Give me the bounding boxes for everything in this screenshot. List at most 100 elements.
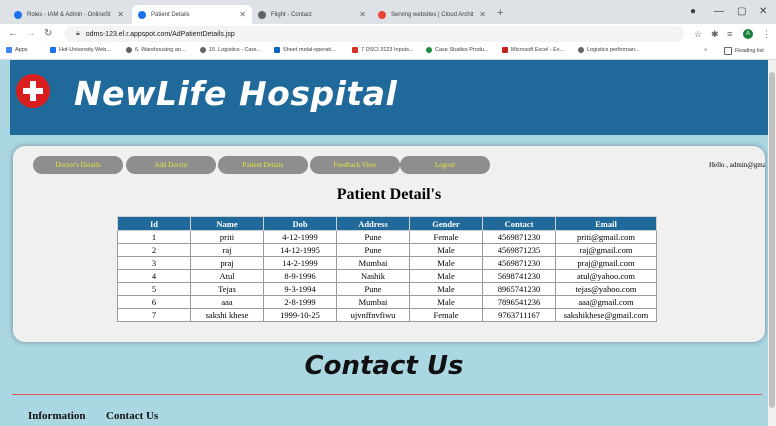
- cell-email: atul@yahoo.com: [555, 269, 657, 283]
- address-bar[interactable]: 🔒︎ odms-123.el.r.appspot.com/AdPatientDe…: [64, 26, 684, 42]
- bookmark-label: Logistics performan...: [587, 47, 640, 53]
- bookmark-label: Hof-University Web...: [59, 47, 111, 53]
- back-icon[interactable]: ←: [8, 28, 18, 39]
- cell-name: priti: [190, 230, 264, 244]
- cell-id: 5: [117, 282, 191, 296]
- bookmark-item[interactable]: 15. Logistics - Care...: [200, 47, 261, 53]
- patient-table: Id Name Dob Address Gender Contact Email…: [117, 216, 657, 322]
- cell-address: Pune: [336, 243, 410, 257]
- browser-tab[interactable]: Roles - IAM & Admin - OnlineSt ✕: [8, 5, 130, 24]
- tab-close-icon[interactable]: ✕: [359, 10, 366, 19]
- cell-id: 6: [117, 295, 191, 309]
- tab-close-icon[interactable]: ✕: [479, 10, 486, 19]
- new-tab-icon[interactable]: +: [497, 8, 503, 19]
- bookmark-item[interactable]: Case Studies Produ...: [426, 47, 489, 53]
- nav-logout[interactable]: Logout: [400, 156, 490, 174]
- bookmark-label: Sheet metal-operati...: [283, 47, 336, 53]
- bookmark-item[interactable]: Microsoft Excel - Ex...: [502, 47, 564, 53]
- reading-list-label: Reading list: [735, 48, 764, 54]
- cell-contact: 4569871230: [482, 230, 556, 244]
- browser-tab[interactable]: Serving websites | Cloud Archit ✕: [372, 5, 492, 24]
- bookmark-label: Case Studies Produ...: [435, 47, 489, 53]
- content-panel: Doctor's Details Add Doctor Patient Deta…: [13, 146, 765, 342]
- media-icon[interactable]: ≡: [727, 29, 732, 39]
- cell-address: Pune: [336, 230, 410, 244]
- maximize-icon[interactable]: ▢: [737, 6, 746, 17]
- table-row: 3 praj 14-2-1999 Mumbai Male 4569871230 …: [117, 256, 657, 270]
- star-icon[interactable]: ☆: [694, 29, 702, 40]
- reload-icon[interactable]: ↻: [44, 28, 52, 39]
- profile-avatar[interactable]: A: [743, 29, 753, 39]
- table-row: 4 Atul 8-9-1996 Nashik Male 5698741230 a…: [117, 269, 657, 283]
- bookmark-apps[interactable]: Apps: [6, 47, 28, 53]
- footer-link-contact-us[interactable]: Contact Us: [106, 410, 158, 422]
- contact-heading: Contact Us: [304, 351, 464, 381]
- cell-name: praj: [190, 256, 264, 270]
- cell-email: sakshikhese@gmail.com: [555, 308, 657, 322]
- column-header: Gender: [409, 216, 483, 231]
- browser-tab[interactable]: Flight - Contact ✕: [252, 5, 372, 24]
- nav-add-doctor[interactable]: Add Doctor: [126, 156, 216, 174]
- cell-name: sakshi khese: [190, 308, 264, 322]
- bookmark-item[interactable]: Hof-University Web...: [50, 47, 111, 53]
- cell-dob: 14-12-1995: [263, 243, 337, 257]
- bookmark-favicon-icon: [352, 47, 358, 53]
- browser-tab-bar: Roles - IAM & Admin - OnlineSt ✕ Patient…: [0, 0, 776, 24]
- bookmark-favicon-icon: [578, 47, 584, 53]
- cell-address: Pune: [336, 282, 410, 296]
- cell-gender: Male: [409, 269, 483, 283]
- cell-gender: Female: [409, 230, 483, 244]
- bookmark-item[interactable]: 7 DSCI 3123 Inputs...: [352, 47, 414, 53]
- cell-id: 7: [117, 308, 191, 322]
- nav-doctors-details[interactable]: Doctor's Details: [33, 156, 123, 174]
- tab-search-icon[interactable]: ●: [690, 6, 696, 17]
- minimize-icon[interactable]: —: [714, 6, 724, 17]
- bookmark-item[interactable]: 6. Warehousing an...: [126, 47, 186, 53]
- cell-contact: 4569871235: [482, 243, 556, 257]
- menu-icon[interactable]: ⋮: [762, 29, 771, 40]
- tab-favicon-icon: [258, 10, 266, 19]
- cell-id: 3: [117, 256, 191, 270]
- reading-list-icon: [724, 47, 732, 55]
- reading-list[interactable]: Reading list: [724, 47, 764, 55]
- table-row: 1 priti 4-12-1999 Pune Female 4569871230…: [117, 230, 657, 244]
- bookmark-overflow[interactable]: »: [704, 47, 707, 53]
- tab-close-icon[interactable]: ✕: [117, 10, 124, 19]
- table-row: 2 raj 14-12-1995 Pune Male 4569871235 ra…: [117, 243, 657, 257]
- cell-gender: Male: [409, 243, 483, 257]
- scrollbar-thumb[interactable]: [769, 72, 775, 408]
- footer-link-information[interactable]: Information: [28, 410, 85, 422]
- table-header-row: Id Name Dob Address Gender Contact Email: [117, 216, 657, 231]
- bookmark-item[interactable]: Logistics performan...: [578, 47, 640, 53]
- cell-name: Tejas: [190, 282, 264, 296]
- page-viewport: NewLife Hospital Doctor's Details Add Do…: [0, 60, 768, 426]
- tab-favicon-icon: [138, 10, 146, 19]
- bookmark-favicon-icon: [126, 47, 132, 53]
- forward-icon[interactable]: →: [26, 28, 36, 39]
- tab-title: Serving websites | Cloud Archit: [391, 11, 474, 18]
- cell-id: 2: [117, 243, 191, 257]
- bookmark-item[interactable]: Sheet metal-operati...: [274, 47, 336, 53]
- cell-address: Mumbai: [336, 256, 410, 270]
- cell-contact: 7896541236: [482, 295, 556, 309]
- column-header: Contact: [482, 216, 556, 231]
- bookmark-label: 7 DSCI 3123 Inputs...: [361, 47, 414, 53]
- bookmark-favicon-icon: [50, 47, 56, 53]
- cell-name: raj: [190, 243, 264, 257]
- nav-feedback-view[interactable]: Feedback View: [310, 156, 400, 174]
- site-brand: NewLife Hospital: [74, 74, 398, 113]
- cell-name: Atul: [190, 269, 264, 283]
- page-scrollbar[interactable]: [768, 60, 776, 426]
- cell-email: praj@gmail.com: [555, 256, 657, 270]
- window-close-icon[interactable]: ✕: [759, 6, 767, 17]
- browser-tab-active[interactable]: Patient Details ✕: [132, 5, 252, 24]
- cell-dob: 1999-10-25: [263, 308, 337, 322]
- extensions-icon[interactable]: ✱: [711, 29, 719, 40]
- bookmark-favicon-icon: [274, 47, 280, 53]
- apps-icon: [6, 47, 12, 53]
- tab-close-icon[interactable]: ✕: [239, 10, 246, 19]
- cell-gender: Male: [409, 295, 483, 309]
- nav-patient-details[interactable]: Patient Details: [218, 156, 308, 174]
- table-row: 5 Tejas 9-3-1994 Pune Male 8965741230 te…: [117, 282, 657, 296]
- divider: [12, 394, 762, 395]
